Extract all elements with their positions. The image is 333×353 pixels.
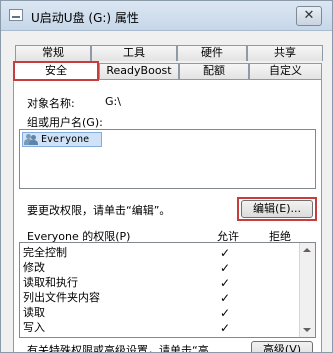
table-row: 读取 ✓ (20, 306, 290, 320)
group-user-label: 组或用户名(G): (27, 116, 103, 129)
tab-customize[interactable]: 自定义 (249, 63, 322, 79)
edit-button[interactable]: 编辑(E)... (241, 200, 313, 218)
permission-name: 完全控制 (23, 246, 67, 259)
table-row: 读取和执行 ✓ (20, 276, 290, 290)
advanced-hint: 有关特殊权限或高级设置，请单击“高 (27, 344, 209, 353)
permissions-table[interactable]: 完全控制 ✓ 修改 ✓ 读取和执行 ✓ 列出文件夹内容 ✓ 读取 ✓ 写入 ✓ (19, 242, 316, 338)
properties-window: U启动U盘 (G:) 属性 ✕ 常规 工具 硬件 共享 ReadyBoost 配… (0, 0, 333, 353)
allow-check-icon: ✓ (220, 246, 231, 260)
tab-hardware[interactable]: 硬件 (177, 45, 247, 61)
window-title: U启动U盘 (G:) 属性 (31, 11, 139, 25)
allow-check-icon: ✓ (220, 261, 231, 275)
object-name-label: 对象名称: (27, 97, 75, 110)
user-name: Everyone (41, 134, 90, 145)
edit-hint: 要更改权限，请单击“编辑”。 (27, 204, 171, 217)
tab-tools[interactable]: 工具 (91, 45, 177, 61)
tab-sharing[interactable]: 共享 (247, 45, 323, 61)
drive-icon (9, 9, 23, 21)
close-button[interactable]: ✕ (296, 6, 322, 26)
allow-check-icon: ✓ (220, 291, 231, 305)
tab-security[interactable]: 安全 (13, 61, 99, 81)
tab-row-1: 常规 工具 硬件 共享 (15, 45, 323, 61)
allow-check-icon: ✓ (220, 306, 231, 320)
user-list[interactable]: Everyone (19, 129, 316, 189)
permission-name: 读取和执行 (23, 276, 78, 289)
title-bar: U启动U盘 (G:) 属性 ✕ (1, 1, 332, 31)
permission-name: 修改 (23, 261, 45, 274)
tab-readyboost[interactable]: ReadyBoost (99, 63, 179, 79)
tab-quota[interactable]: 配额 (179, 63, 249, 79)
scroll-up-icon[interactable] (303, 248, 311, 252)
tab-general[interactable]: 常规 (15, 45, 91, 61)
permission-name: 读取 (23, 306, 45, 319)
permission-name: 写入 (23, 321, 45, 334)
allow-check-icon: ✓ (220, 321, 231, 335)
object-name-value: G:\ (105, 95, 121, 108)
advanced-button[interactable]: 高级(V) (251, 341, 313, 352)
table-row: 写入 ✓ (20, 321, 290, 335)
permission-name: 列出文件夹内容 (23, 291, 100, 304)
table-row: 完全控制 ✓ (20, 246, 290, 260)
table-row: 列出文件夹内容 ✓ (20, 291, 290, 305)
permissions-scrollbar[interactable] (299, 243, 315, 337)
scroll-down-icon[interactable] (303, 328, 311, 332)
allow-check-icon: ✓ (220, 276, 231, 290)
users-icon (24, 134, 38, 145)
table-row: 修改 ✓ (20, 261, 290, 275)
list-item[interactable]: Everyone (22, 132, 102, 147)
